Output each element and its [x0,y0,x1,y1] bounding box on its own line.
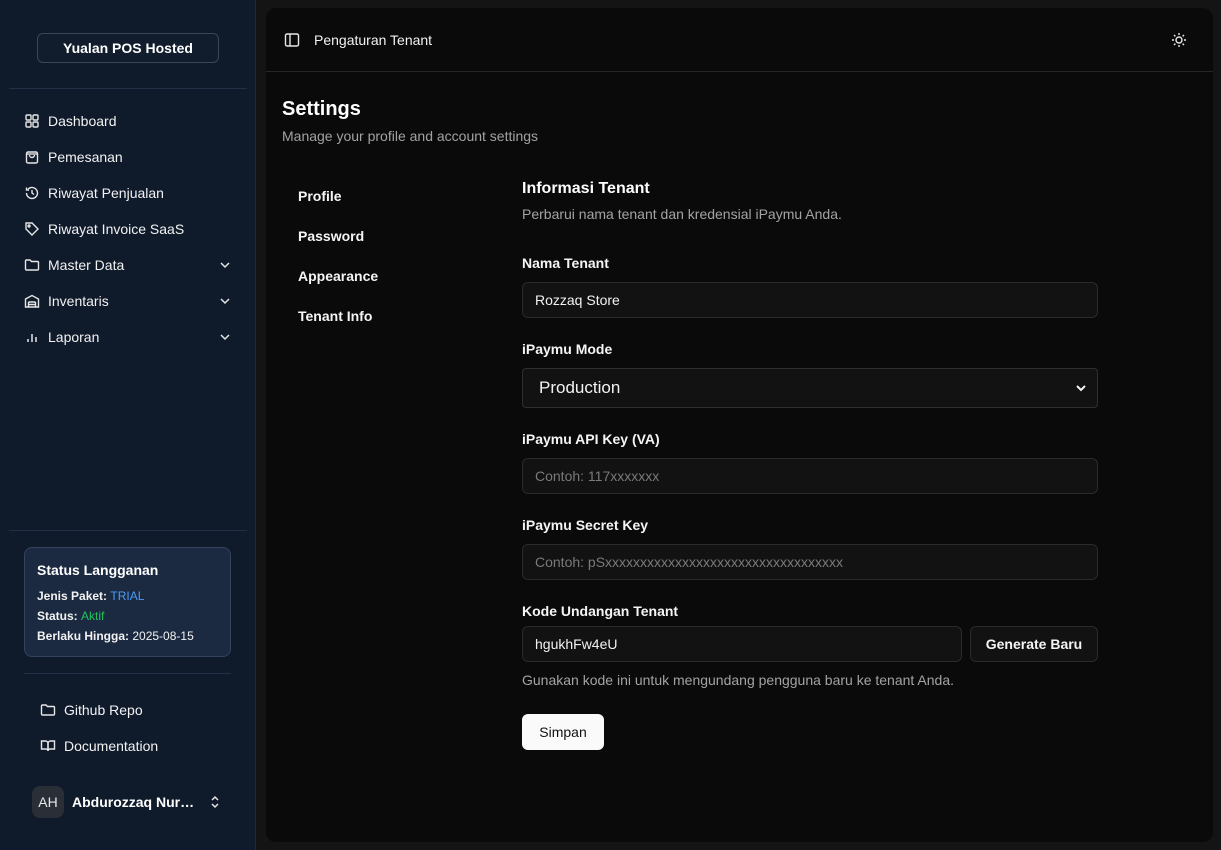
shopping-bag-icon [24,149,40,165]
avatar: AH [32,786,64,818]
top-bar: Pengaturan Tenant [266,8,1213,72]
sidebar-divider [9,88,247,89]
sun-icon[interactable] [1171,32,1187,48]
sidebar-toggle-icon[interactable] [284,32,300,48]
breadcrumb: Pengaturan Tenant [314,31,433,48]
api-key-label: iPaymu API Key (VA) [522,431,660,447]
generate-code-button[interactable]: Generate Baru [970,626,1098,662]
sidebar-item-label: Github Repo [64,702,143,718]
tab-appearance[interactable]: Appearance [288,256,488,296]
sidebar-item-label: Laporan [48,329,100,345]
chevron-down-icon[interactable] [218,258,232,272]
sidebar-item-pemesanan[interactable]: Pemesanan [16,139,240,175]
sidebar-item-riwayat-invoice[interactable]: Riwayat Invoice SaaS [16,211,240,247]
section-title: Informasi Tenant [522,180,650,197]
folder-icon [40,702,56,718]
subscription-status-card: Status Langganan Jenis Paket: TRIAL Stat… [24,547,231,657]
sidebar-divider [9,530,247,531]
secret-key-label: iPaymu Secret Key [522,517,649,533]
page-title: Settings [282,98,361,120]
ipaymu-mode-label: iPaymu Mode [522,341,613,357]
brand-button[interactable]: Yualan POS Hosted [37,33,219,63]
sidebar-item-laporan[interactable]: Laporan [16,319,240,355]
valid-value: 2025-08-15 [132,629,194,643]
page-subtitle: Manage your profile and account settings [282,128,539,144]
invite-code-hint: Gunakan kode ini untuk mengundang penggu… [522,672,955,688]
user-name: Abdurozzaq Nurul Hadi [72,794,198,810]
sidebar-item-dashboard[interactable]: Dashboard [16,103,240,139]
tag-icon [24,221,40,237]
user-menu[interactable]: AH Abdurozzaq Nurul Hadi [24,780,234,824]
api-key-input[interactable] [522,458,1098,494]
chevrons-up-down-icon[interactable] [208,795,222,809]
sidebar-item-label: Riwayat Invoice SaaS [48,221,185,237]
subscription-valid-until: Berlaku Hingga: 2025-08-15 [37,626,218,646]
sidebar-item-label: Master Data [48,257,125,273]
sidebar-item-label: Inventaris [48,293,109,309]
tab-profile[interactable]: Profile [288,176,488,216]
book-open-icon [40,738,56,754]
sidebar-item-label: Pemesanan [48,149,123,165]
sidebar-item-github-repo[interactable]: Github Repo [32,692,232,728]
secret-key-input[interactable] [522,544,1098,580]
sidebar-item-documentation[interactable]: Documentation [32,728,232,764]
chevron-down-icon [1075,382,1087,394]
subscription-plan: Jenis Paket: TRIAL [37,586,218,606]
plan-value: TRIAL [110,589,145,603]
status-value: Aktif [81,609,105,623]
ipaymu-mode-select[interactable]: Production [522,368,1098,408]
tenant-name-label: Nama Tenant [522,255,609,271]
chevron-down-icon[interactable] [218,294,232,308]
folder-icon [24,257,40,273]
history-icon [24,185,40,201]
invite-code-label: Kode Undangan Tenant [522,603,679,619]
settings-tabs: Profile Password Appearance Tenant Info [288,176,488,336]
bar-chart-icon [24,329,40,345]
ipaymu-mode-value: Production [539,378,621,397]
sidebar-nav: Dashboard Pemesanan Riwayat Penjualan Ri… [16,103,240,355]
subscription-title: Status Langganan [37,562,159,578]
subscription-status: Status: Aktif [37,606,218,626]
sidebar-item-master-data[interactable]: Master Data [16,247,240,283]
tab-tenant-info[interactable]: Tenant Info [288,296,488,336]
sidebar-item-label: Riwayat Penjualan [48,185,164,201]
tenant-info-form: Informasi Tenant Perbarui nama tenant da… [522,180,1098,750]
sidebar: Yualan POS Hosted Dashboard Pemesanan Ri… [0,0,256,850]
main-panel: Pengaturan Tenant Settings Manage your p… [266,8,1213,842]
tab-password[interactable]: Password [288,216,488,256]
invite-code-input[interactable] [522,626,962,662]
warehouse-icon [24,293,40,309]
tenant-name-input[interactable] [522,282,1098,318]
sidebar-item-label: Dashboard [48,113,117,129]
status-label: Status: [37,609,78,623]
sidebar-divider [24,673,231,674]
valid-label: Berlaku Hingga: [37,629,130,643]
grid-icon [24,113,40,129]
section-subtitle: Perbarui nama tenant dan kredensial iPay… [522,206,842,222]
save-button[interactable]: Simpan [522,714,604,750]
chevron-down-icon[interactable] [218,330,232,344]
plan-label: Jenis Paket: [37,589,108,603]
sidebar-footer-nav: Github Repo Documentation [32,692,232,764]
sidebar-item-inventaris[interactable]: Inventaris [16,283,240,319]
sidebar-item-label: Documentation [64,738,159,754]
sidebar-item-riwayat-penjualan[interactable]: Riwayat Penjualan [16,175,240,211]
